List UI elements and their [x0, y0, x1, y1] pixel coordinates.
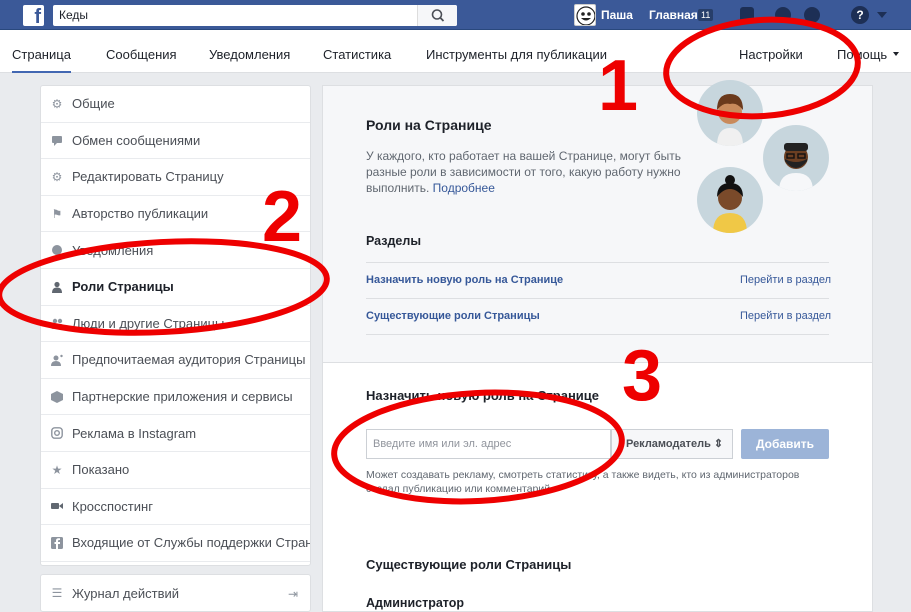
- top-bar: f Кеды Паша Главная 11 ?: [0, 0, 911, 30]
- go-to-section-link[interactable]: Перейти в раздел: [740, 274, 831, 286]
- sidebar-item-label: Роли Страницы: [72, 279, 174, 295]
- divider: [366, 334, 829, 335]
- video-icon: [51, 500, 63, 512]
- sidebar-item-featured[interactable]: ★ Показано: [41, 452, 310, 489]
- instagram-icon: [51, 427, 63, 440]
- roles-description-text: У каждого, кто работает на вашей Страниц…: [366, 149, 682, 195]
- sidebar-item-partner-apps[interactable]: Партнерские приложения и сервисы: [41, 379, 310, 416]
- sidebar-item-instagram-ads[interactable]: Реклама в Instagram: [41, 415, 310, 452]
- sidebar-item-preferred-audience[interactable]: Предпочитаемая аудитория Страницы: [41, 342, 310, 379]
- sidebar-item-label: Реклама в Instagram: [72, 425, 197, 441]
- globe-icon[interactable]: [804, 7, 820, 23]
- activity-log-label: Журнал действий: [72, 585, 180, 601]
- sidebar-item-general[interactable]: ⚙ Общие: [41, 86, 310, 123]
- role-select[interactable]: Рекламодатель ⇕: [611, 429, 733, 459]
- divider: [366, 298, 829, 299]
- search-button[interactable]: [417, 5, 457, 26]
- sidebar-item-label: Партнерские приложения и сервисы: [72, 389, 293, 405]
- people-icon: [51, 317, 63, 330]
- sidebar-item-label: Показано: [72, 462, 130, 478]
- cube-icon: [51, 390, 63, 403]
- tab-publishing-tools[interactable]: Инструменты для публикации: [426, 30, 607, 73]
- sidebar-item-label: Кросспостинг: [72, 498, 153, 514]
- search-icon: [431, 9, 445, 22]
- tab-insights[interactable]: Статистика: [323, 30, 391, 73]
- name-or-email-input[interactable]: Введите имя или эл. адрес: [366, 429, 611, 459]
- page-title: Роли на Странице: [366, 117, 492, 133]
- sidebar-item-edit-page[interactable]: ⚙ Редактировать Страницу: [41, 159, 310, 196]
- globe-icon: [51, 244, 63, 256]
- role-hint: Может создавать рекламу, смотреть статис…: [366, 469, 800, 495]
- sidebar-item-people-and-pages[interactable]: Люди и другие Страницы: [41, 306, 310, 343]
- friends-icon[interactable]: [740, 7, 754, 23]
- search-value: Кеды: [59, 8, 89, 22]
- profile-link[interactable]: Паша: [574, 4, 633, 26]
- illustration-person-2: [763, 125, 829, 191]
- gear-icon: ⚙: [51, 169, 63, 184]
- settings-sidebar: ⚙ Общие Обмен сообщениями ⚙ Редактировать …: [40, 85, 311, 566]
- chat-icon: [51, 134, 63, 147]
- person-icon: [51, 281, 63, 293]
- sidebar-item-messaging[interactable]: Обмен сообщениями: [41, 123, 310, 160]
- avatar: [574, 4, 596, 26]
- flag-icon: ⚑: [51, 206, 63, 221]
- sidebar-item-label: Уведомления: [72, 242, 154, 258]
- learn-more-link[interactable]: Подробнее: [433, 181, 495, 195]
- facebook-logo-icon[interactable]: f: [23, 5, 44, 26]
- sections-heading: Разделы: [366, 234, 421, 248]
- messenger-icon[interactable]: [775, 7, 791, 23]
- enter-icon: ⇥: [287, 587, 298, 601]
- existing-roles-heading: Существующие роли Страницы: [366, 557, 572, 572]
- sidebar-item-label: Люди и другие Страницы: [72, 315, 225, 331]
- list-icon: ☰: [51, 586, 63, 600]
- search-input[interactable]: Кеды: [53, 5, 457, 26]
- section-assign-role-link[interactable]: Назначить новую роль на Странице: [366, 274, 563, 286]
- tab-settings[interactable]: Настройки: [739, 30, 803, 73]
- roles-description: У каждого, кто работает на вашей Страниц…: [366, 148, 686, 196]
- help-icon[interactable]: ?: [851, 6, 869, 24]
- admin-heading: Администратор: [366, 596, 465, 610]
- section-existing-roles-link[interactable]: Существующие роли Страницы: [366, 310, 540, 322]
- facebook-icon: [51, 536, 63, 549]
- page-tabs: Страница Сообщения Уведомления Статистик…: [0, 30, 911, 73]
- go-to-section-link[interactable]: Перейти в раздел: [740, 310, 831, 322]
- illustration-person-1: [697, 80, 763, 146]
- sidebar-item-label: Обмен сообщениями: [72, 132, 201, 148]
- divider: [366, 262, 829, 263]
- illustration-person-3: [697, 167, 763, 233]
- sidebar-item-notifications[interactable]: Уведомления: [41, 232, 310, 269]
- tab-notifications[interactable]: Уведомления: [209, 30, 290, 73]
- sidebar-item-label: Входящие от Службы поддержки Страни: [72, 535, 310, 551]
- user-name: Паша: [601, 8, 633, 22]
- sidebar-item-label: Редактировать Страницу: [72, 169, 224, 185]
- sidebar-item-label: Общие: [72, 96, 115, 112]
- gear-icon: ⚙: [51, 96, 63, 111]
- activity-log-link[interactable]: ☰ Журнал действий ⇥: [40, 574, 311, 612]
- account-menu-icon[interactable]: [877, 12, 887, 18]
- tab-help[interactable]: Помощь: [837, 30, 887, 73]
- sidebar-item-crossposting[interactable]: Кросспостинг: [41, 489, 310, 526]
- assign-role-heading: Назначить новую роль на Странице: [366, 388, 600, 403]
- sidebar-item-label: Предпочитаемая аудитория Страницы: [72, 352, 306, 368]
- home-badge: 11: [698, 9, 714, 21]
- sidebar-item-label: Авторство публикации: [72, 206, 209, 222]
- star-icon: ★: [51, 462, 63, 477]
- sidebar-item-support-inbox[interactable]: Входящие от Службы поддержки Страни: [41, 525, 310, 562]
- help-dropdown-icon[interactable]: [893, 52, 899, 56]
- audience-icon: [51, 354, 63, 366]
- home-link[interactable]: Главная: [649, 8, 698, 22]
- sidebar-item-post-attribution[interactable]: ⚑ Авторство публикации: [41, 196, 310, 233]
- tab-page[interactable]: Страница: [12, 30, 71, 73]
- tab-messages[interactable]: Сообщения: [106, 30, 177, 73]
- sidebar-item-page-roles[interactable]: Роли Страницы: [41, 269, 310, 306]
- add-button[interactable]: Добавить: [741, 429, 829, 459]
